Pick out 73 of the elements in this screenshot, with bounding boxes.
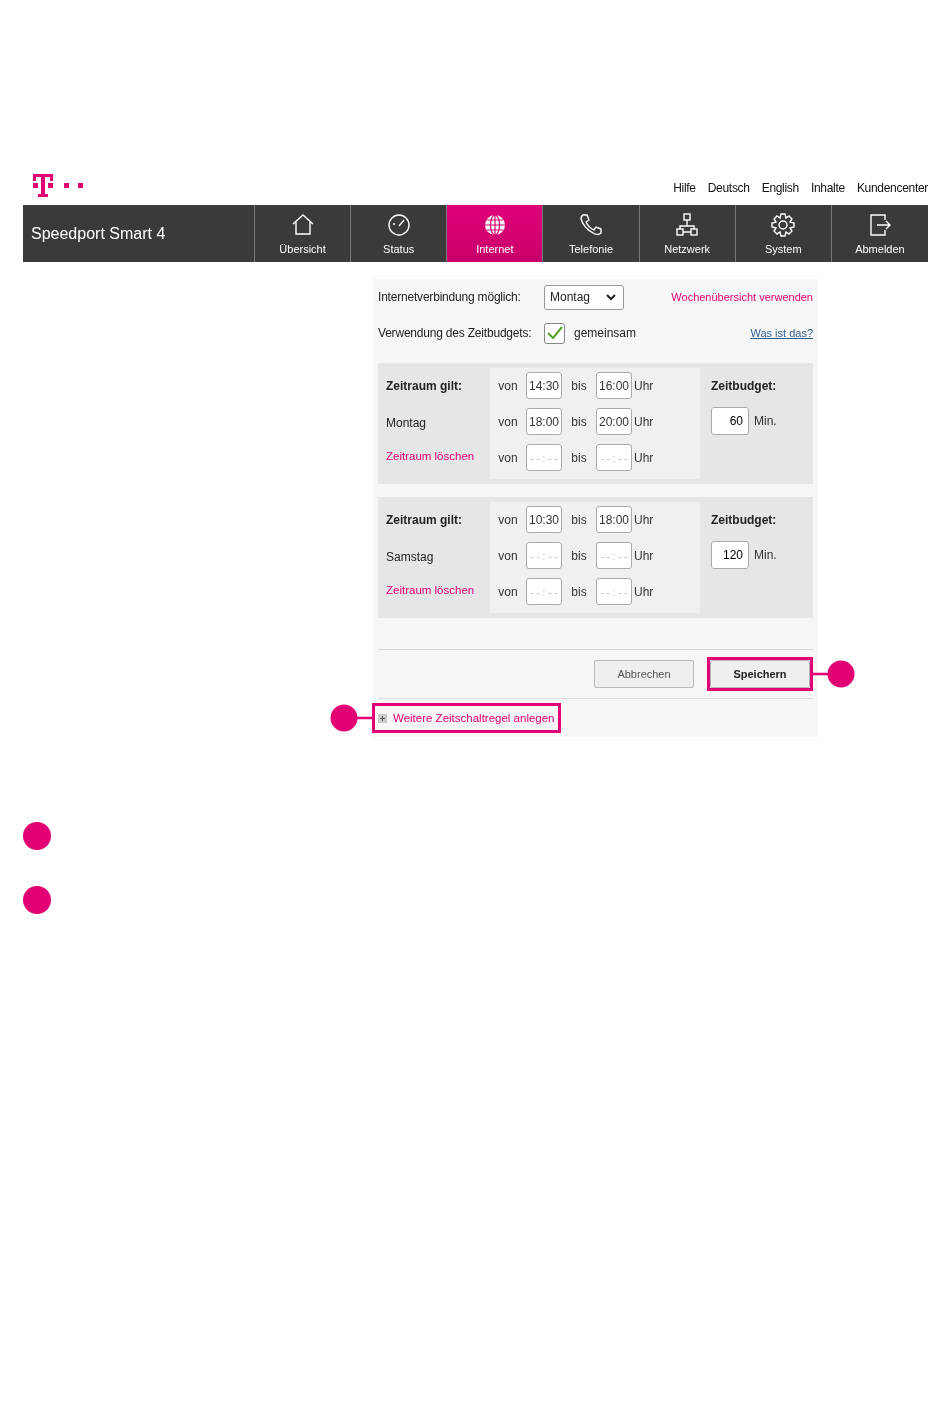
nav-tab[interactable]: System [735,205,832,262]
unit-label: Uhr [634,584,654,599]
rule-title: Zeitraum gilt: [386,513,463,527]
week-overview-link[interactable]: Wochenübersicht verwenden [671,291,818,303]
rule-day: Montag [386,416,490,430]
time-field[interactable]: 18:00 [526,408,562,435]
nav-tab[interactable]: Telefonie [543,205,640,262]
network-icon [674,212,701,238]
from-label: von [497,414,519,429]
nav-tab[interactable]: Internet [447,205,544,262]
plus-icon [378,713,387,723]
time-field[interactable]: - - : - - [596,542,632,569]
header-link[interactable]: English [761,181,799,195]
unit-label: Uhr [634,512,654,527]
button[interactable]: Speichern [710,660,810,688]
from-label: von [497,584,519,599]
time-field[interactable]: 20:00 [596,408,632,435]
field-label: Internetverbindung möglich: [378,290,522,304]
budget-field[interactable]: 60 [711,407,749,435]
button[interactable]: Abbrechen [594,660,694,688]
product-title: Speedport Smart 4 [23,205,255,262]
to-label: bis [570,548,588,563]
logo-icon [33,174,85,198]
time-field[interactable]: - - : - - [526,542,562,569]
time-field[interactable]: 18:00 [596,506,632,533]
marker-icon [23,886,51,914]
time-field[interactable]: - - : - - [526,578,562,605]
chevron-icon [606,293,616,301]
field-label: Verwendung des Zeitbudgets: [378,326,533,340]
rule-title: Zeitraum gilt: [386,379,463,393]
to-label: bis [570,450,588,465]
from-label: von [497,512,519,527]
delete-period-link[interactable]: Zeitraum löschen [386,584,490,596]
checkbox-label: gemeinsam [574,326,637,340]
to-label: bis [570,414,588,429]
day-dropdown[interactable]: Montag [544,284,624,310]
unit-label: Uhr [634,414,654,429]
time-field[interactable]: - - : - - [526,444,562,471]
to-label: bis [570,512,588,527]
unit-label: Uhr [634,548,654,563]
time-field[interactable]: - - : - - [596,578,632,605]
budget-title: Zeitbudget: [711,379,777,393]
header-link[interactable]: Kundencenter [856,181,928,195]
time-field[interactable]: 10:30 [526,506,562,533]
nav-tab[interactable]: Übersicht [255,205,352,262]
from-label: von [497,378,519,393]
budget-title: Zeitbudget: [711,513,777,527]
from-label: von [497,450,519,465]
time-field[interactable]: 14:30 [526,372,562,399]
nav-tab[interactable]: Netzwerk [639,205,736,262]
from-label: von [497,548,519,563]
time-field[interactable]: - - : - - [596,444,632,471]
unit-label: Min. [754,414,777,428]
header-link[interactable]: Hilfe [673,181,696,195]
nav-tab[interactable]: Abmelden [831,205,928,262]
budget-field[interactable]: 120 [711,541,749,569]
help-link[interactable]: Was ist das? [750,327,818,339]
gauge-icon [385,212,412,238]
add-rule-link[interactable]: Weitere Zeitschaltregel anlegen [378,712,555,724]
marker-icon [23,822,51,850]
settings-icon [770,212,797,238]
phone-icon [578,212,604,238]
header-link[interactable]: Inhalte [810,181,845,195]
time-field[interactable]: 16:00 [596,372,632,399]
unit-label: Uhr [634,450,654,465]
header-link[interactable]: Deutsch [707,181,750,195]
checkbox[interactable] [544,322,565,344]
to-label: bis [570,584,588,599]
rule-day: Samstag [386,550,490,564]
unit-label: Uhr [634,378,654,393]
to-label: bis [570,378,588,393]
delete-period-link[interactable]: Zeitraum löschen [386,450,490,462]
unit-label: Min. [754,548,777,562]
